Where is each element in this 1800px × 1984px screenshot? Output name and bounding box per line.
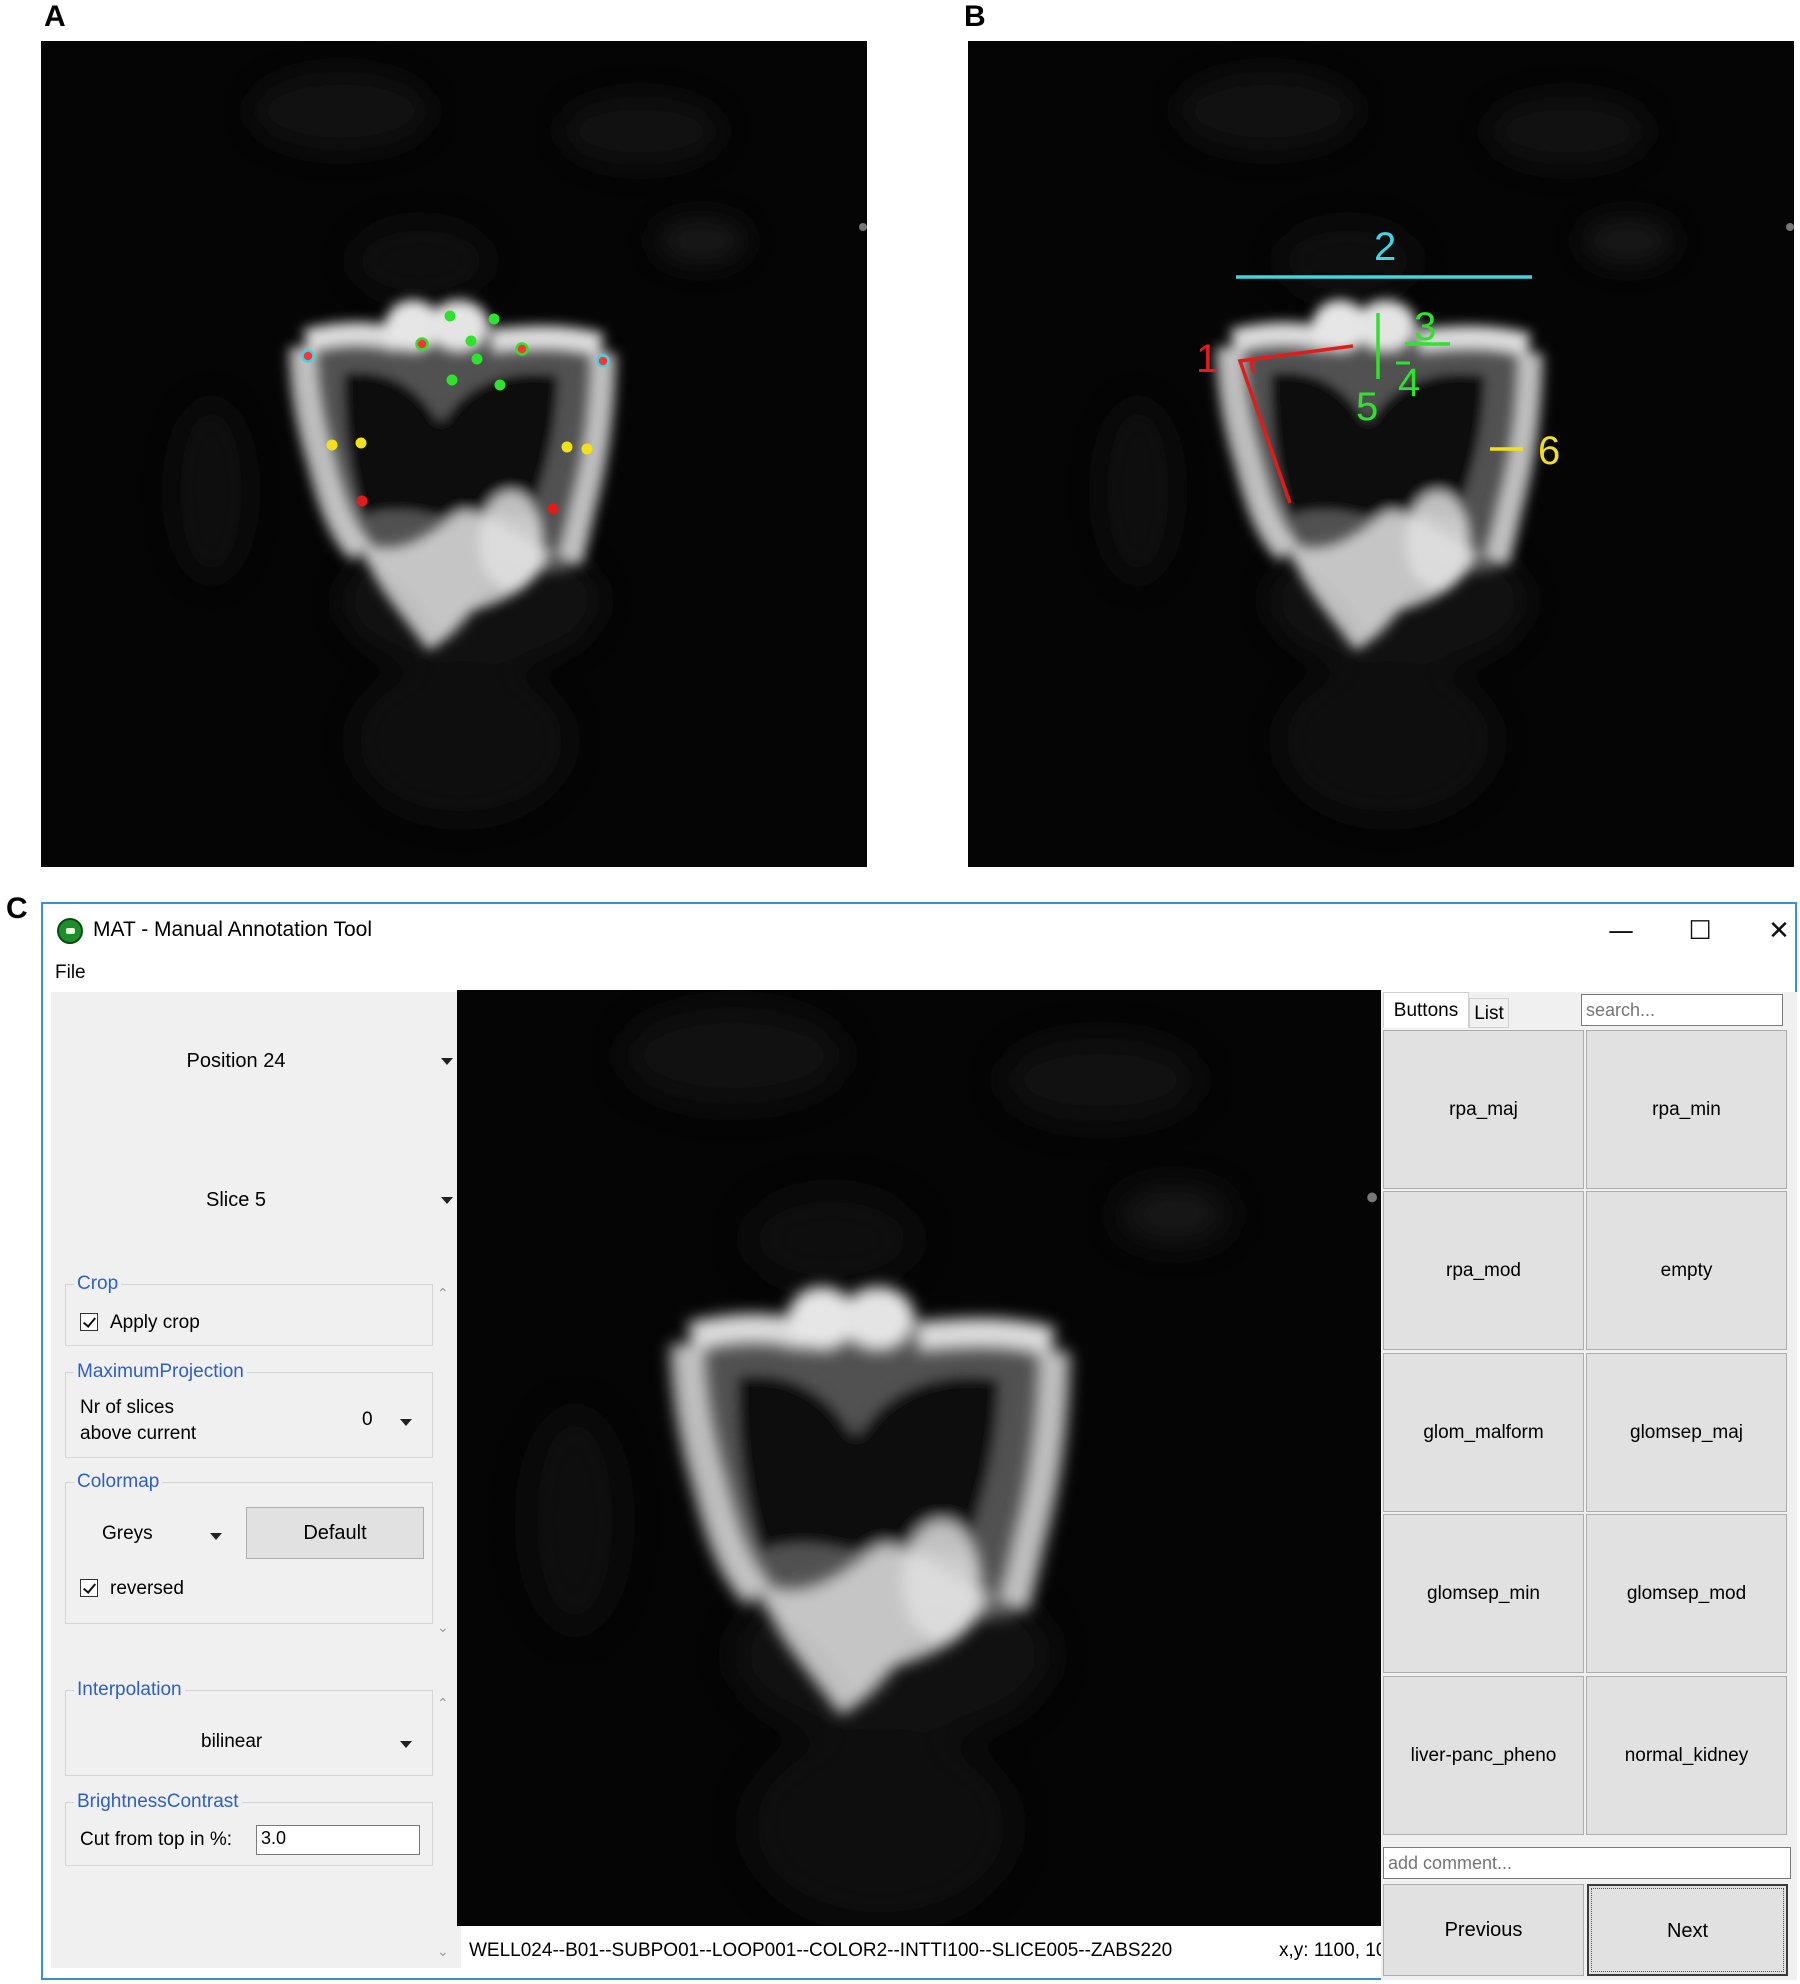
annotation-label-1: 1 <box>1196 337 1219 381</box>
panel-a-image <box>41 41 867 867</box>
chevron-down-icon <box>441 1197 453 1204</box>
chevron-down-icon <box>441 1058 453 1065</box>
search-input[interactable] <box>1581 994 1783 1026</box>
landmark-point <box>596 354 610 368</box>
panel-b-svg <box>968 41 1794 867</box>
annotation-button[interactable]: normal_kidney <box>1586 1676 1787 1835</box>
scroll-up-icon[interactable]: ⌃ <box>437 1286 449 1302</box>
annotation-label-5: 5 <box>1356 385 1379 429</box>
slice-dropdown[interactable]: Slice 5 <box>51 1185 461 1215</box>
cut-from-top-label: Cut from top in %: <box>80 1829 233 1850</box>
landmark-point <box>465 335 477 347</box>
landmark-point <box>301 349 315 363</box>
interpolation-dropdown[interactable]: bilinear <box>201 1731 262 1753</box>
panel-label-c: C <box>6 892 28 925</box>
nr-slices-label-line1: Nr of slices <box>80 1397 174 1418</box>
scroll-up-icon[interactable]: ⌃ <box>437 1696 449 1712</box>
panel-label-a: A <box>44 0 66 33</box>
panel-label-b: B <box>964 0 986 33</box>
annotation-button[interactable]: liver-panc_pheno <box>1383 1676 1584 1835</box>
reversed-checkbox[interactable] <box>80 1579 98 1597</box>
landmark-point <box>446 374 458 386</box>
reversed-label: reversed <box>110 1578 184 1599</box>
landmark-point <box>515 342 529 356</box>
landmark-point <box>581 443 593 455</box>
colormap-group: Colormap Greys Default reversed <box>65 1471 433 1624</box>
annotation-button[interactable]: rpa_mod <box>1383 1191 1584 1350</box>
annotation-label-2: 2 <box>1374 225 1397 269</box>
left-panel: Position 24 Slice 5 Crop Apply crop Maxi… <box>51 992 461 1968</box>
slice-value: Slice 5 <box>205 1189 267 1211</box>
nr-slices-label-line2: above current <box>80 1423 197 1444</box>
crop-group: Crop Apply crop <box>65 1273 433 1346</box>
viewer-image-svg <box>457 990 1381 1926</box>
landmark-point <box>561 441 573 453</box>
landmark-point <box>471 353 483 365</box>
interpolation-title: Interpolation <box>74 1679 185 1701</box>
annotation-button[interactable]: glomsep_mod <box>1586 1514 1787 1673</box>
landmark-point <box>444 310 456 322</box>
apply-crop-checkbox[interactable] <box>80 1313 98 1331</box>
title-bar: MAT - Manual Annotation Tool — ☐ ✕ <box>43 904 1795 956</box>
nr-slices-dropdown[interactable]: 0 <box>362 1409 373 1431</box>
colormap-dropdown[interactable]: Greys <box>102 1523 153 1545</box>
right-panel: Buttons List rpa_maj rpa_min rpa_mod emp… <box>1381 992 1797 1980</box>
landmark-point <box>494 379 506 391</box>
annotation-label-6: 6 <box>1538 429 1561 473</box>
menu-bar: File <box>43 956 1795 992</box>
max-projection-group: MaximumProjection Nr of slices above cur… <box>65 1361 433 1458</box>
chevron-down-icon <box>400 1419 412 1426</box>
annotation-button[interactable]: rpa_min <box>1586 1030 1787 1189</box>
image-filename: WELL024--B01--SUBPO01--LOOP001--COLOR2--… <box>469 1940 1173 1961</box>
annotation-button[interactable]: glom_malform <box>1383 1353 1584 1512</box>
landmark-point <box>547 503 559 515</box>
minimize-button[interactable]: — <box>1591 914 1651 948</box>
position-value: Position 24 <box>186 1050 286 1072</box>
landmark-point <box>326 439 338 451</box>
next-button[interactable]: Next <box>1587 1884 1788 1976</box>
panel-a-svg <box>41 41 867 867</box>
colormap-title: Colormap <box>74 1471 163 1493</box>
landmark-point <box>355 437 367 449</box>
annotation-button[interactable]: rpa_maj <box>1383 1030 1584 1189</box>
chevron-down-icon <box>400 1741 412 1748</box>
image-viewer[interactable] <box>457 990 1381 1926</box>
apply-crop-label: Apply crop <box>110 1312 200 1333</box>
scroll-down-icon[interactable]: ⌄ <box>437 1620 449 1636</box>
landmark-point <box>356 495 368 507</box>
annotation-button[interactable]: empty <box>1586 1191 1787 1350</box>
brightness-contrast-title: BrightnessContrast <box>74 1791 242 1813</box>
close-button[interactable]: ✕ <box>1749 914 1800 948</box>
landmark-point <box>415 337 429 351</box>
maximize-button[interactable]: ☐ <box>1670 914 1730 948</box>
annotation-label-3: 3 <box>1414 305 1437 349</box>
app-window: MAT - Manual Annotation Tool — ☐ ✕ File … <box>41 902 1797 1980</box>
landmark-point <box>488 313 500 325</box>
menu-file[interactable]: File <box>55 962 86 984</box>
annotation-button[interactable]: glomsep_maj <box>1586 1353 1787 1512</box>
max-projection-title: MaximumProjection <box>74 1361 247 1383</box>
default-button[interactable]: Default <box>246 1507 424 1559</box>
tab-buttons[interactable]: Buttons <box>1383 992 1469 1028</box>
previous-button[interactable]: Previous <box>1383 1884 1584 1976</box>
panel-b-image: 1 2 3 4 5 6 <box>968 41 1794 867</box>
chevron-down-icon <box>210 1533 222 1540</box>
annotation-label-4: 4 <box>1398 361 1421 405</box>
annotation-button-grid: rpa_maj rpa_min rpa_mod empty glom_malfo… <box>1383 1030 1793 1835</box>
scroll-down-icon[interactable]: ⌄ <box>437 1944 449 1960</box>
window-title: MAT - Manual Annotation Tool <box>93 918 372 941</box>
comment-input[interactable] <box>1383 1847 1791 1879</box>
interpolation-group: Interpolation bilinear <box>65 1679 433 1776</box>
position-dropdown[interactable]: Position 24 <box>51 1046 461 1076</box>
annotation-button[interactable]: glomsep_min <box>1383 1514 1584 1673</box>
crop-group-title: Crop <box>74 1273 122 1295</box>
cut-from-top-input[interactable]: 3.0 <box>256 1825 420 1855</box>
brightness-contrast-group: BrightnessContrast Cut from top in %: 3.… <box>65 1791 433 1866</box>
app-icon <box>57 918 83 944</box>
tab-list[interactable]: List <box>1469 998 1509 1028</box>
